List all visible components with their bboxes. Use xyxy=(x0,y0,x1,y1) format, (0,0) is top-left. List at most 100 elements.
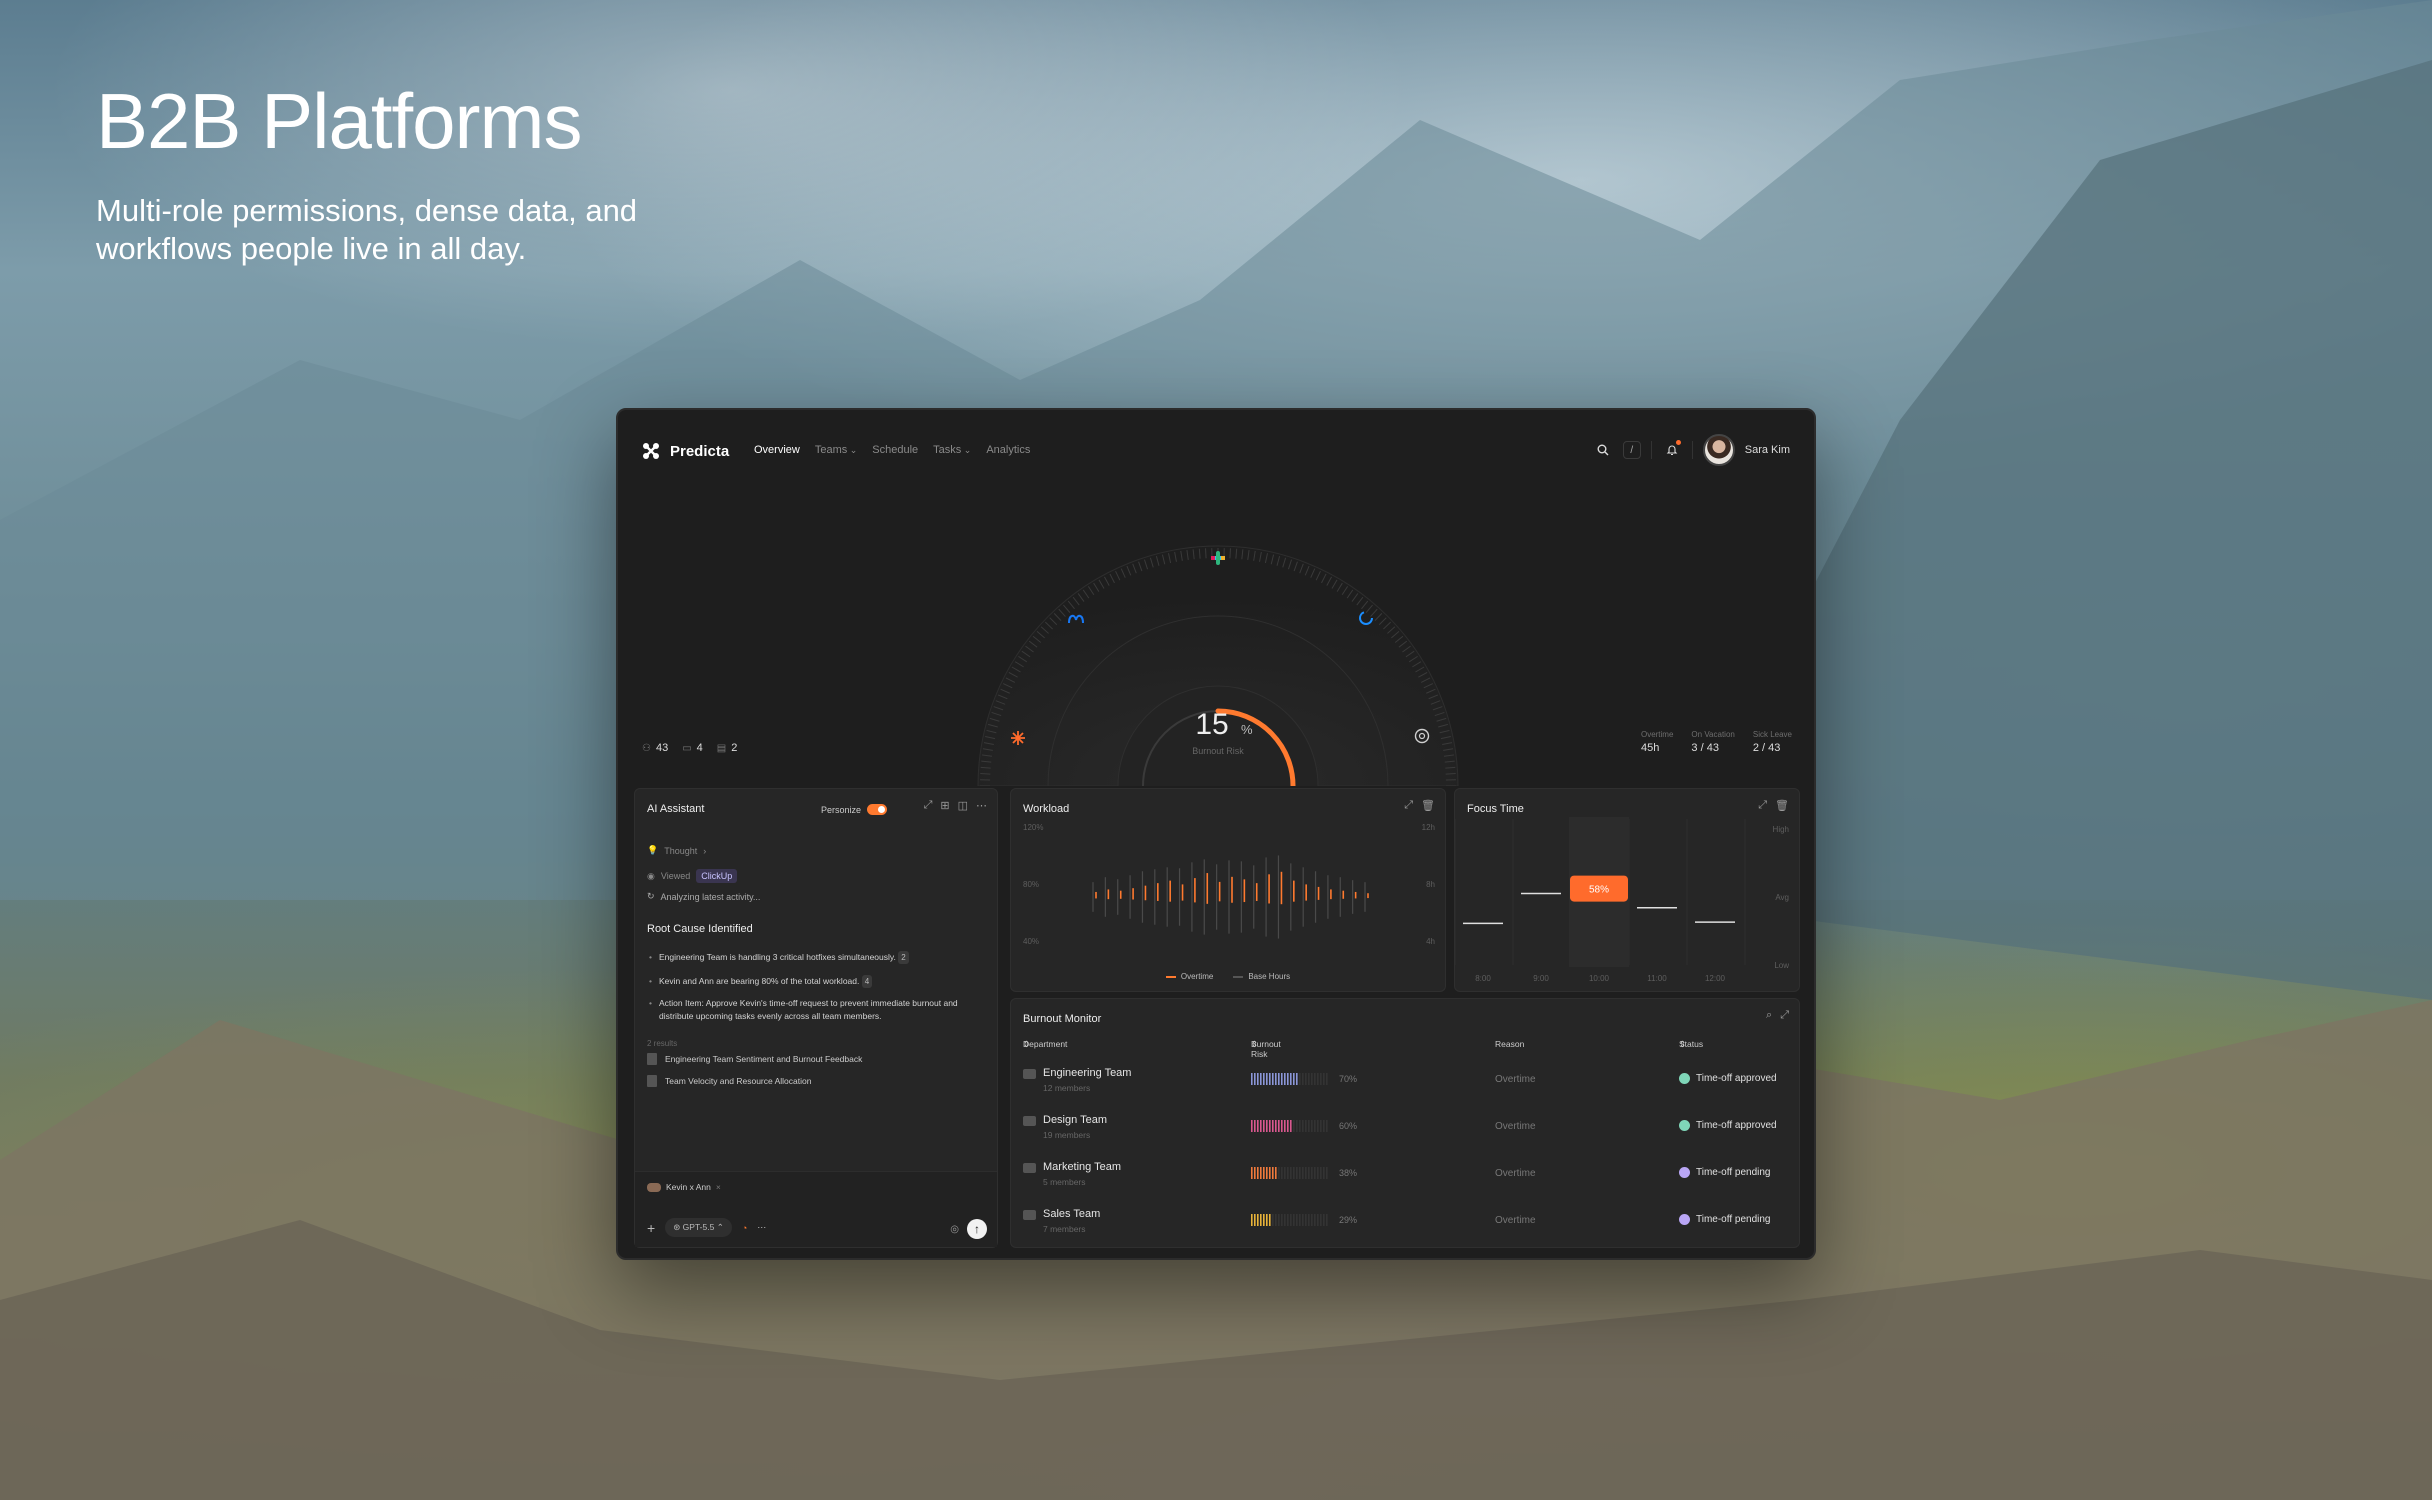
nav-item-tasks[interactable]: Tasks xyxy=(933,444,971,456)
nav-item-overview[interactable]: Overview xyxy=(754,444,800,456)
context-tag[interactable]: Kevin x Ann × xyxy=(647,1182,721,1192)
personalize-toggle[interactable] xyxy=(867,804,888,815)
risk-bar-segment xyxy=(1287,1167,1289,1179)
search-icon[interactable] xyxy=(1593,440,1613,460)
workload-chart: 120% 80% 40% 12h 8h 4h xyxy=(1023,823,1435,946)
risk-bar-segment xyxy=(1251,1214,1253,1226)
more-icon[interactable]: ⋯ xyxy=(757,1222,766,1233)
legend-label: Overtime xyxy=(1180,972,1214,981)
risk-bar-segment xyxy=(1254,1120,1256,1132)
risk-bar-segment xyxy=(1302,1167,1304,1179)
risk-bar-segment xyxy=(1308,1120,1310,1132)
claude-icon[interactable] xyxy=(1011,731,1025,745)
risk-bar-segment xyxy=(1260,1214,1262,1226)
expand-icon[interactable]: ⤢ xyxy=(1780,1009,1789,1022)
panel-tools: ⤢ ⊞ ◫ ⋯ xyxy=(924,799,987,812)
risk-bar-segment xyxy=(1272,1120,1274,1132)
root-cause-bullet: Engineering Team is handling 3 critical … xyxy=(649,951,969,964)
risk-bar-segment xyxy=(1317,1073,1319,1085)
personalize-control[interactable]: Personize xyxy=(821,804,888,815)
stat-value: 45h xyxy=(1640,742,1660,754)
add-icon[interactable]: ⊞ xyxy=(940,799,949,812)
expand-icon[interactable]: ⤢ xyxy=(924,799,933,812)
risk-bar-segment xyxy=(1314,1073,1316,1085)
top-nav: Predicta Overview Teams Schedule Tasks Analy… xyxy=(618,410,1814,494)
risk-bar-segment xyxy=(1314,1167,1316,1179)
send-button[interactable]: ↑ xyxy=(967,1219,987,1239)
department-name: Design Team xyxy=(1043,1114,1107,1126)
source-badge[interactable]: 4 xyxy=(861,975,873,988)
summary-stats-right: Overtime 45h On Vacation 3 / 43 Sick Leave 2 … xyxy=(1641,730,1792,754)
risk-bar-segment xyxy=(1308,1167,1310,1179)
risk-bar-segment xyxy=(1251,1120,1253,1132)
risk-bar-segment xyxy=(1290,1120,1292,1132)
nav-item-analytics[interactable]: Analytics xyxy=(986,444,1030,456)
plus-icon[interactable]: + xyxy=(647,1220,655,1236)
y-tick: High xyxy=(1773,825,1789,834)
stat-sick-leave: Sick Leave 2 / 43 xyxy=(1753,730,1792,754)
risk-bar-segment xyxy=(1299,1167,1301,1179)
nav-right: / Sara Kim xyxy=(1593,434,1790,466)
risk-bar-segment xyxy=(1287,1214,1289,1226)
search-icon[interactable]: ⌕ xyxy=(1766,1009,1772,1022)
risk-bar-segment xyxy=(1275,1167,1277,1179)
result-link[interactable]: Engineering Team Sentiment and Burnout F… xyxy=(647,1053,862,1065)
result-link[interactable]: Team Velocity and Resource Allocation xyxy=(647,1075,811,1087)
sort-icon[interactable]: ⇕ xyxy=(1679,1039,1686,1050)
table-row[interactable]: Engineering Team 12 members 70% Overtime Tim… xyxy=(1023,1059,1789,1105)
hero-subtitle: Multi-role permissions, dense data, and … xyxy=(96,193,638,266)
y-tick: Low xyxy=(1774,961,1789,970)
nav-item-schedule[interactable]: Schedule xyxy=(872,444,918,456)
stat-value: 2 / 43 xyxy=(1752,742,1781,754)
table-row[interactable]: Sales Team 7 members 29% Overtime Time-off p… xyxy=(1023,1200,1789,1246)
risk-bar-segment xyxy=(1293,1073,1295,1085)
summary-stats-left: ⚇ 43 ▭ 4 ▤ 2 xyxy=(642,742,737,754)
bell-icon[interactable] xyxy=(1662,440,1682,460)
orange-assistant-icon[interactable]: ◔ xyxy=(742,1223,747,1233)
risk-bar-segment xyxy=(1257,1120,1259,1132)
close-icon[interactable]: × xyxy=(716,1182,721,1192)
clickup-chip[interactable]: ClickUp xyxy=(696,869,738,883)
gauge-unit: % xyxy=(1241,722,1253,737)
context-tag-label: Kevin x Ann xyxy=(666,1182,711,1192)
stat-label: Overtime xyxy=(1640,730,1674,739)
table-row[interactable]: Marketing Team 5 members 38% Overtime Time-o… xyxy=(1023,1153,1789,1199)
risk-bar-segment xyxy=(1308,1214,1310,1226)
layout-icon[interactable]: ◫ xyxy=(958,799,968,812)
risk-percent: 60% xyxy=(1339,1121,1358,1131)
risk-bar-segment xyxy=(1299,1214,1301,1226)
bullet-text: Kevin and Ann are bearing 80% of the tot… xyxy=(659,976,860,986)
risk-bar-segment xyxy=(1302,1120,1304,1132)
risk-bar-segment xyxy=(1296,1120,1298,1132)
avatar[interactable] xyxy=(1702,434,1735,466)
risk-percent: 29% xyxy=(1339,1215,1358,1225)
source-badge[interactable]: 2 xyxy=(898,951,909,964)
sort-icon[interactable]: ⇕ xyxy=(1023,1039,1030,1050)
eye-icon: ◉ xyxy=(647,870,655,881)
more-icon[interactable]: ⋯ xyxy=(976,799,987,812)
risk-bar xyxy=(1251,1167,1328,1179)
thought-row[interactable]: 💡 Thought › xyxy=(647,845,706,856)
risk-bar-segment xyxy=(1323,1120,1325,1132)
voice-icon[interactable]: ◎ xyxy=(950,1224,959,1235)
risk-bar-segment xyxy=(1320,1214,1322,1226)
x-tick: 10:00 xyxy=(1589,974,1610,983)
sort-icon[interactable]: ⇕ xyxy=(1251,1039,1258,1050)
analyzing-label: Analyzing latest activity... xyxy=(660,891,761,902)
table-row[interactable]: Design Team 19 members 60% Overtime Time-off… xyxy=(1023,1106,1789,1152)
risk-bar-segment xyxy=(1296,1167,1298,1179)
status-label: Time-off pending xyxy=(1696,1214,1771,1225)
risk-bar-segment xyxy=(1323,1214,1325,1226)
risk-bar-segment xyxy=(1269,1167,1271,1179)
risk-bar-segment xyxy=(1266,1120,1268,1132)
nav-item-teams[interactable]: Teams xyxy=(815,444,857,456)
user-name[interactable]: Sara Kim xyxy=(1745,444,1790,456)
brand[interactable]: Predicta xyxy=(642,442,729,460)
risk-bar-segment xyxy=(1305,1073,1307,1085)
risk-bar-segment xyxy=(1308,1073,1310,1085)
summary-stat: ⚇ 43 xyxy=(642,742,668,754)
model-select[interactable]: ⊛ GPT-5.5 ⌃ xyxy=(665,1218,732,1237)
avatars-icon xyxy=(647,1182,661,1192)
status-label: Time-off pending xyxy=(1696,1167,1771,1178)
risk-bar-segment xyxy=(1278,1073,1280,1085)
